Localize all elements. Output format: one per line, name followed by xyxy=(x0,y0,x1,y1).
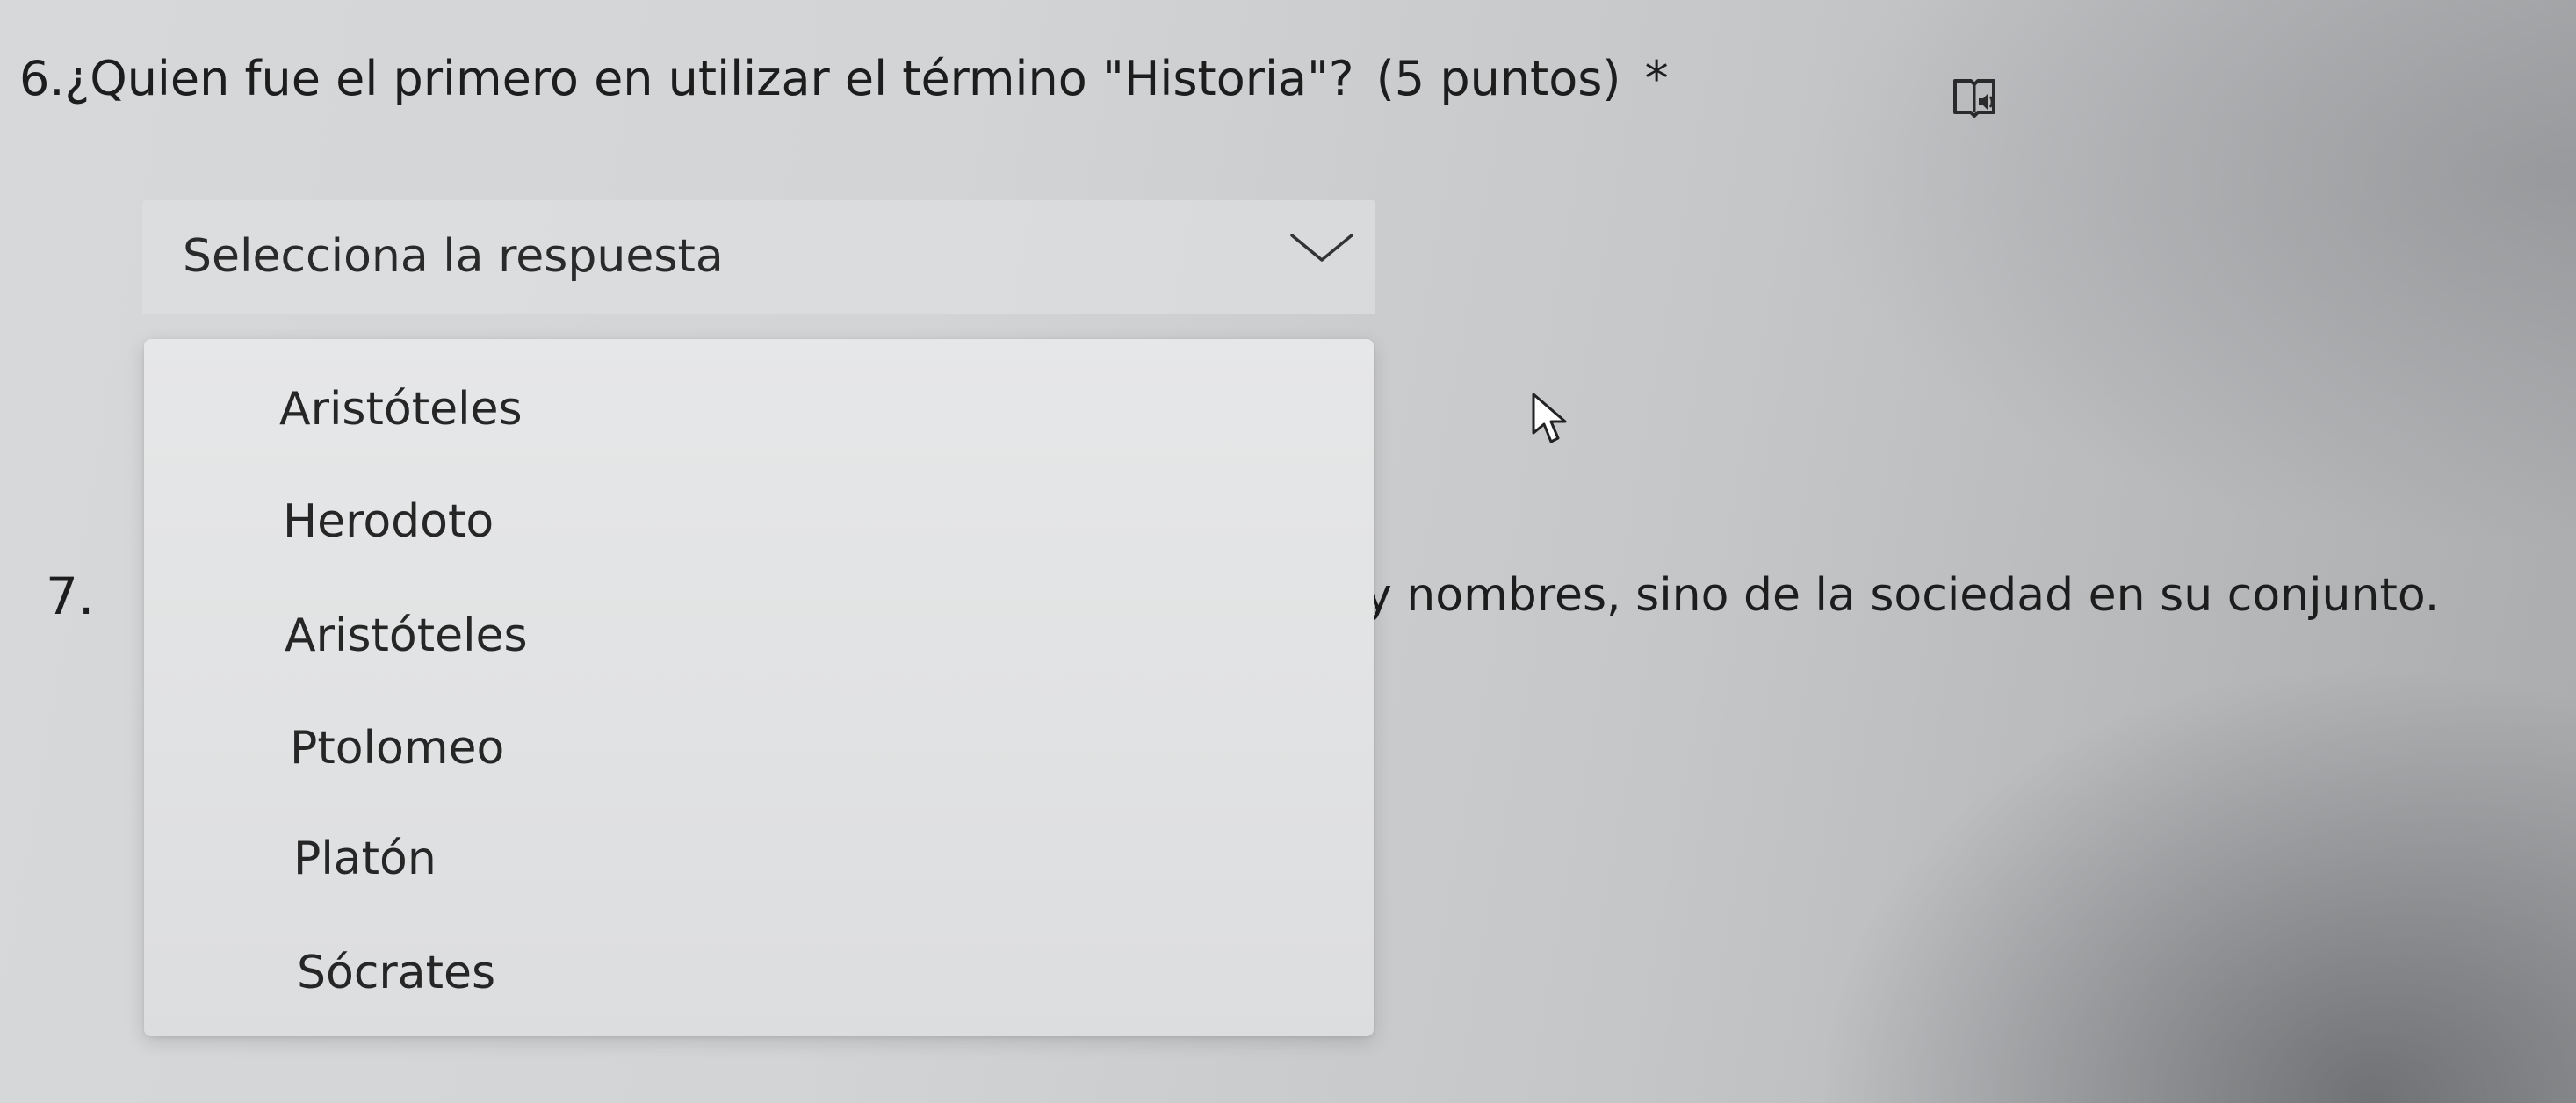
option-label: Ptolomeo xyxy=(290,722,505,775)
question-points: (5 puntos) xyxy=(1375,51,1621,106)
question-number: 6. xyxy=(19,51,65,106)
question-7-text: y nombres, sino de la sociedad en su con… xyxy=(1365,569,2440,622)
answer-dropdown[interactable]: Selecciona la respuesta xyxy=(142,200,1375,314)
question-7-number: 7. xyxy=(46,566,95,626)
option-ptolomeo[interactable]: Ptolomeo xyxy=(144,697,1374,794)
mouse-pointer-icon xyxy=(1530,391,1579,447)
option-aristoteles[interactable]: Aristóteles xyxy=(144,358,1374,455)
option-socrates[interactable]: Sócrates xyxy=(144,922,1374,1019)
question-text: ¿Quien fue el primero en utilizar el tér… xyxy=(64,51,1354,106)
immersive-reader-icon[interactable] xyxy=(1952,74,1997,119)
dropdown-placeholder: Selecciona la respuesta xyxy=(183,230,724,283)
option-aristoteles-2[interactable]: Aristóteles xyxy=(144,585,1374,681)
option-label: Aristóteles xyxy=(279,383,523,436)
question-6-title: 6.¿Quien fue el primero en utilizar el t… xyxy=(19,51,1669,108)
option-label: Platón xyxy=(293,833,437,885)
chevron-down-icon[interactable] xyxy=(1288,230,1355,265)
option-label: Sócrates xyxy=(297,947,496,999)
option-platon[interactable]: Platón xyxy=(144,808,1374,905)
dropdown-options-list: Aristóteles Herodoto Aristóteles Ptolome… xyxy=(144,339,1374,1036)
option-label: Aristóteles xyxy=(285,609,528,662)
required-marker: * xyxy=(1644,51,1669,106)
option-label: Herodoto xyxy=(283,495,494,548)
option-herodoto[interactable]: Herodoto xyxy=(144,471,1374,567)
